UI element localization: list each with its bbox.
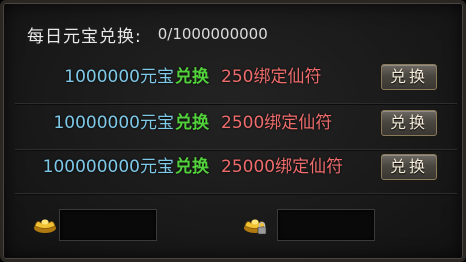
exchange-text: 兑换 [175,67,209,87]
yuanbao-exchange-panel: 每日元宝兑换: 0/1000000000 1000000元宝 兑换 250绑定仙… [0,0,466,262]
gold-ingot-icon [34,219,56,233]
reward-amount: 250绑定仙符 [221,67,322,87]
exchange-button[interactable]: 兑换 [381,154,437,180]
yuanbao-amount: 1000000元宝 [64,67,174,87]
exchange-row: 10000000元宝 兑换 2500绑定仙符 兑换 [15,104,457,150]
bound-yuanbao-balance-slot [277,209,375,241]
exchange-button[interactable]: 兑换 [381,64,437,90]
exchange-text: 兑换 [175,113,209,133]
row-divider [15,193,457,194]
daily-exchange-progress: 0/1000000000 [157,25,268,43]
reward-amount: 2500绑定仙符 [221,113,333,133]
exchange-row: 100000000元宝 兑换 25000绑定仙符 兑换 [15,148,457,194]
daily-exchange-header: 每日元宝兑换: 0/1000000000 [27,21,268,47]
daily-exchange-label: 每日元宝兑换: [27,26,142,47]
exchange-text: 兑换 [175,157,209,177]
yuanbao-amount: 100000000元宝 [42,157,174,177]
exchange-row: 1000000元宝 兑换 250绑定仙符 兑换 [15,58,457,104]
exchange-button[interactable]: 兑换 [381,110,437,136]
reward-amount: 25000绑定仙符 [221,157,344,177]
yuanbao-balance-slot [59,209,157,241]
locked-gold-ingot-icon [244,219,267,235]
yuanbao-amount: 10000000元宝 [53,113,174,133]
